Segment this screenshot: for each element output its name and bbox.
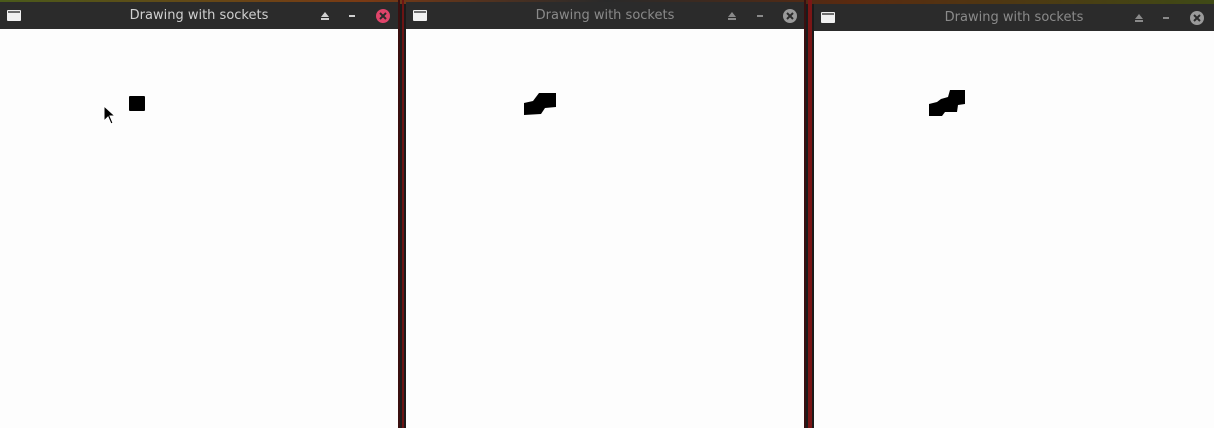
- window-title: Drawing with sockets: [535, 8, 675, 23]
- keep-above-icon[interactable]: [724, 8, 740, 24]
- close-icon[interactable]: [375, 8, 391, 24]
- drawing-window-3[interactable]: Drawing with sockets: [814, 4, 1214, 428]
- drawn-stroke: [524, 93, 556, 115]
- drawn-stroke: [929, 90, 965, 116]
- drawn-stroke: [129, 96, 145, 111]
- keep-above-icon[interactable]: [1131, 10, 1147, 26]
- close-icon[interactable]: [782, 8, 798, 24]
- titlebar[interactable]: Drawing with sockets: [0, 2, 398, 29]
- titlebar[interactable]: Drawing with sockets: [406, 2, 804, 29]
- window-border: [808, 0, 812, 428]
- drawing-canvas[interactable]: [406, 29, 804, 428]
- window-border: [804, 0, 806, 428]
- mouse-pointer-icon: [103, 105, 117, 125]
- drawing-canvas[interactable]: [814, 31, 1214, 428]
- titlebar[interactable]: Drawing with sockets: [814, 4, 1214, 31]
- drawing-canvas[interactable]: [0, 29, 398, 428]
- close-icon[interactable]: [1189, 10, 1205, 26]
- keep-above-icon[interactable]: [317, 8, 333, 24]
- window-title: Drawing with sockets: [129, 8, 269, 23]
- minimize-icon[interactable]: [752, 8, 768, 24]
- drawing-window-2[interactable]: Drawing with sockets: [406, 2, 804, 428]
- window-title: Drawing with sockets: [944, 10, 1084, 25]
- drawing-window-1[interactable]: Drawing with sockets: [0, 2, 398, 428]
- minimize-icon[interactable]: [1158, 10, 1174, 26]
- window-border: [402, 0, 404, 428]
- window-border: [398, 0, 400, 428]
- minimize-icon[interactable]: [344, 8, 360, 24]
